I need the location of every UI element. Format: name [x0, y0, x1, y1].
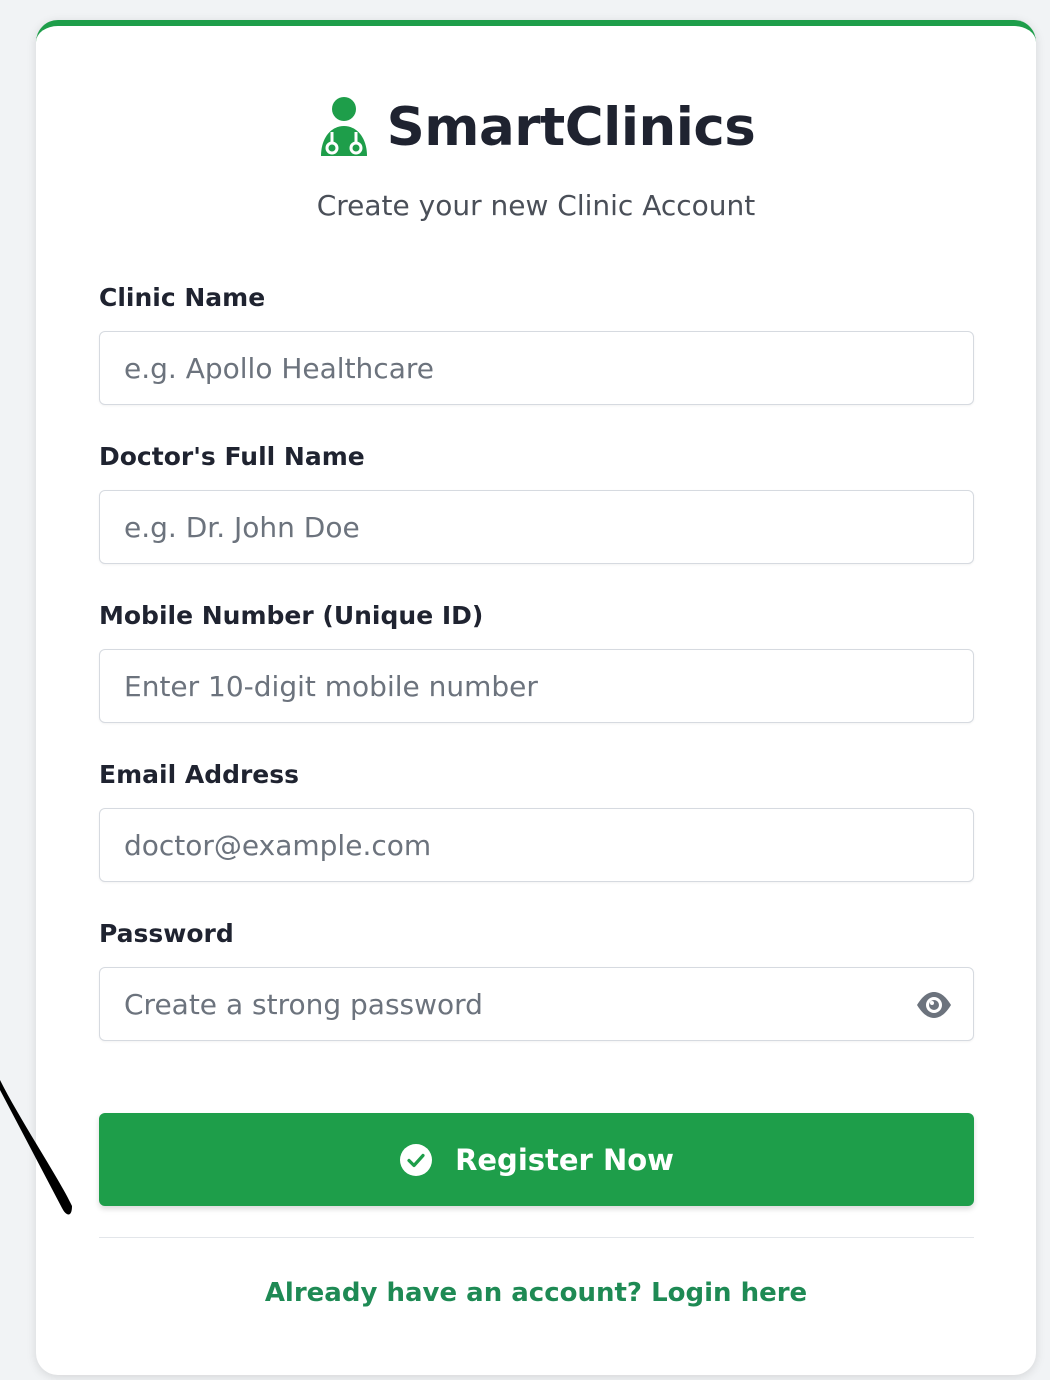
doctor-name-field: Doctor's Full Name: [99, 440, 974, 564]
check-circle-icon: [400, 1143, 433, 1176]
doctor-name-box: [99, 490, 974, 564]
brand-name: SmartClinics: [386, 96, 756, 158]
register-button[interactable]: Register Now: [99, 1113, 974, 1206]
mobile-number-field: Mobile Number (Unique ID): [99, 599, 974, 723]
password-label: Password: [99, 919, 234, 948]
clinic-name-box: [99, 331, 974, 405]
clinic-name-label: Clinic Name: [99, 283, 266, 312]
registration-form: Clinic Name Doctor's Full Name Mobile Nu…: [99, 281, 974, 1076]
brand-header: SmartClinics: [36, 96, 1036, 158]
mobile-number-input[interactable]: [100, 650, 973, 722]
clinic-name-field: Clinic Name: [99, 281, 974, 405]
clinic-name-input[interactable]: [100, 332, 973, 404]
mobile-number-box: [99, 649, 974, 723]
registration-card: SmartClinics Create your new Clinic Acco…: [36, 20, 1036, 1375]
user-doctor-icon: [320, 97, 367, 156]
email-label: Email Address: [99, 760, 300, 789]
register-button-label: Register Now: [455, 1142, 674, 1177]
eye-icon[interactable]: [915, 988, 953, 1022]
divider: [99, 1237, 974, 1238]
doctor-name-label: Doctor's Full Name: [99, 442, 365, 471]
mobile-number-label: Mobile Number (Unique ID): [99, 601, 484, 630]
email-field: Email Address: [99, 758, 974, 882]
page-subtitle: Create your new Clinic Account: [316, 189, 756, 222]
email-box: [99, 808, 974, 882]
password-input[interactable]: [100, 968, 973, 1040]
password-box: [99, 967, 974, 1041]
password-field: Password: [99, 917, 974, 1041]
mouse-cursor-icon: [0, 1080, 72, 1215]
login-link[interactable]: Already have an account? Login here: [36, 1278, 1036, 1308]
email-input[interactable]: [100, 809, 973, 881]
doctor-name-input[interactable]: [100, 491, 973, 563]
